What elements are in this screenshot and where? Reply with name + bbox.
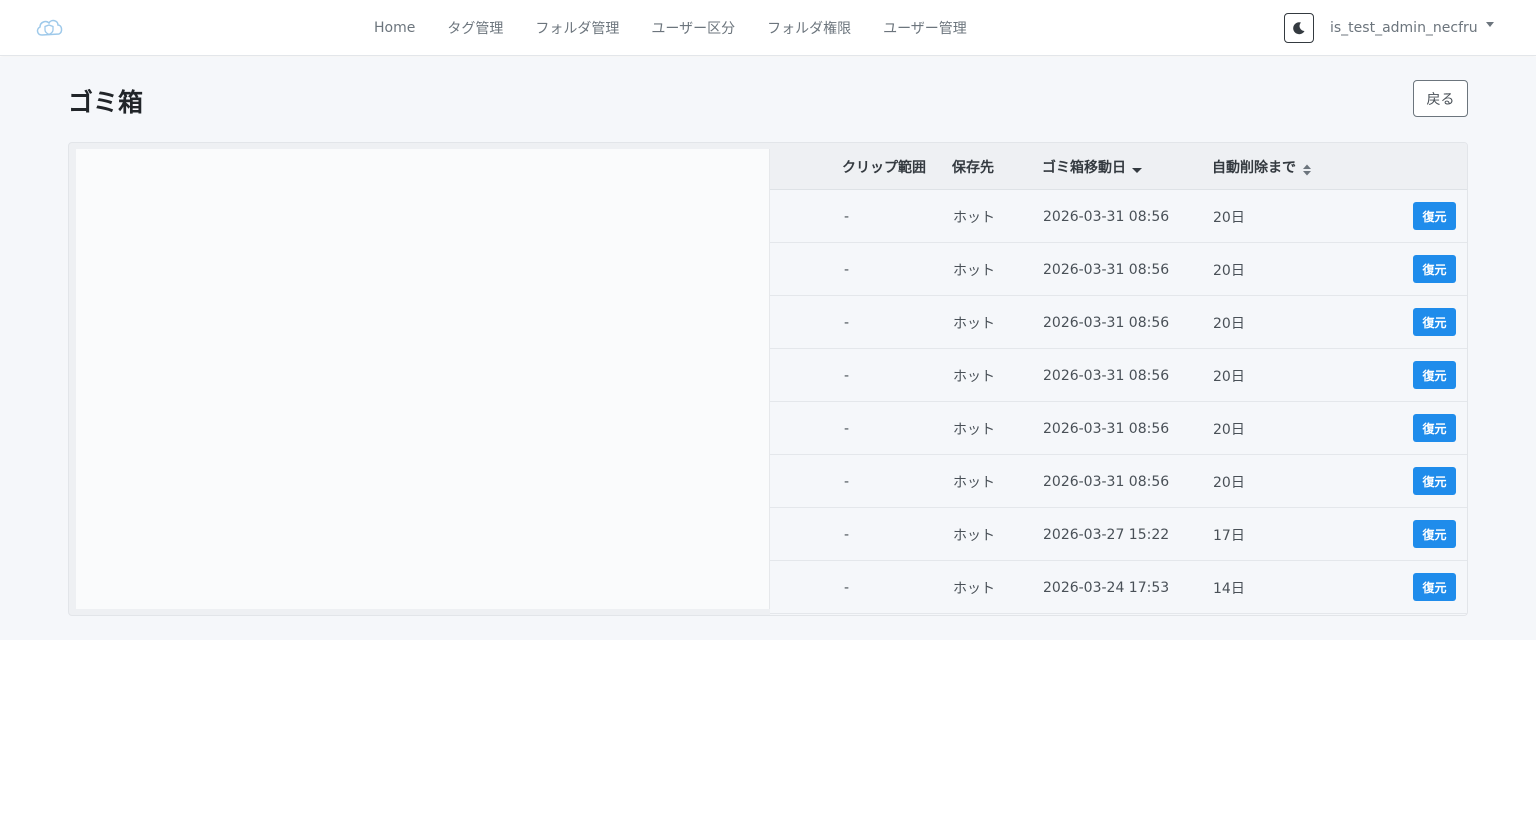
cell-auto-delete: 20日 bbox=[1213, 262, 1245, 279]
table-row: - ホット 2026-03-31 08:56 20日 復元 bbox=[770, 455, 1467, 508]
cell-storage: ホット bbox=[953, 580, 995, 597]
cell-clip-range: - bbox=[844, 420, 850, 437]
theme-toggle-button[interactable] bbox=[1284, 13, 1314, 43]
user-dropdown[interactable]: is_test_admin_necfru bbox=[1330, 0, 1494, 56]
cell-storage: ホット bbox=[953, 209, 995, 226]
header-storage: 保存先 bbox=[952, 159, 994, 176]
nav-link-folder-management[interactable]: フォルダ管理 bbox=[519, 18, 635, 38]
restore-button[interactable]: 復元 bbox=[1413, 202, 1456, 230]
header-moved-date-label: ゴミ箱移動日 bbox=[1042, 159, 1126, 176]
trash-table-card: クリップ範囲 保存先 ゴミ箱移動日 自動削除まで - ホット 2026-03-3… bbox=[68, 142, 1468, 616]
table-row: - ホット 2026-03-31 08:56 20日 復元 bbox=[770, 243, 1467, 296]
table-header: クリップ範囲 保存先 ゴミ箱移動日 自動削除まで bbox=[770, 143, 1467, 190]
table-row: - ホット 2026-03-24 17:53 14日 復元 bbox=[770, 561, 1467, 614]
cell-storage: ホット bbox=[953, 527, 995, 544]
cell-clip-range: - bbox=[844, 367, 850, 384]
nav-link-home[interactable]: Home bbox=[358, 20, 431, 36]
header-clip-range: クリップ範囲 bbox=[842, 159, 926, 176]
cell-storage: ホット bbox=[953, 262, 995, 279]
cell-clip-range: - bbox=[844, 208, 850, 225]
cloud-shield-icon[interactable] bbox=[34, 15, 64, 41]
restore-button[interactable]: 復元 bbox=[1413, 467, 1456, 495]
nav-link-user-management[interactable]: ユーザー管理 bbox=[867, 18, 983, 38]
cell-auto-delete: 20日 bbox=[1213, 315, 1245, 332]
cell-clip-range: - bbox=[844, 473, 850, 490]
cell-auto-delete: 20日 bbox=[1213, 209, 1245, 226]
cell-clip-range: - bbox=[844, 261, 850, 278]
header-auto-delete[interactable]: 自動削除まで bbox=[1212, 143, 1312, 190]
back-button[interactable]: 戻る bbox=[1413, 80, 1468, 117]
cell-moved-date: 2026-03-31 08:56 bbox=[1043, 314, 1170, 331]
header-auto-delete-label: 自動削除まで bbox=[1212, 159, 1296, 176]
restore-button[interactable]: 復元 bbox=[1413, 255, 1456, 283]
table-row: - ホット 2026-03-31 08:56 20日 復元 bbox=[770, 296, 1467, 349]
restore-button[interactable]: 復元 bbox=[1413, 414, 1456, 442]
sort-desc-icon bbox=[1132, 167, 1142, 173]
main-content: ゴミ箱 戻る クリップ範囲 保存先 ゴミ箱移動日 自動削除まで - ホット 20… bbox=[0, 57, 1536, 640]
nav-link-folder-permission[interactable]: フォルダ権限 bbox=[751, 18, 867, 38]
user-name: is_test_admin_necfru bbox=[1330, 20, 1478, 36]
cell-auto-delete: 17日 bbox=[1213, 527, 1245, 544]
cell-storage: ホット bbox=[953, 368, 995, 385]
cell-clip-range: - bbox=[844, 526, 850, 543]
nav-link-tag-management[interactable]: タグ管理 bbox=[431, 18, 519, 38]
nav-link-user-category[interactable]: ユーザー区分 bbox=[635, 18, 751, 38]
table-row: - ホット 2026-03-31 08:56 20日 復元 bbox=[770, 349, 1467, 402]
header-moved-date[interactable]: ゴミ箱移動日 bbox=[1042, 143, 1142, 190]
trash-table: クリップ範囲 保存先 ゴミ箱移動日 自動削除まで - ホット 2026-03-3… bbox=[770, 143, 1467, 615]
cell-storage: ホット bbox=[953, 421, 995, 438]
cell-clip-range: - bbox=[844, 579, 850, 596]
restore-button[interactable]: 復元 bbox=[1413, 520, 1456, 548]
sort-icon bbox=[1303, 164, 1311, 175]
nav-links: Home タグ管理 フォルダ管理 ユーザー区分 フォルダ権限 ユーザー管理 bbox=[358, 0, 983, 56]
restore-button[interactable]: 復元 bbox=[1413, 573, 1456, 601]
cell-moved-date: 2026-03-24 17:53 bbox=[1043, 579, 1170, 596]
cell-moved-date: 2026-03-31 08:56 bbox=[1043, 208, 1170, 225]
cell-auto-delete: 20日 bbox=[1213, 474, 1245, 491]
cell-moved-date: 2026-03-31 08:56 bbox=[1043, 420, 1170, 437]
table-row: - ホット 2026-03-27 15:22 17日 復元 bbox=[770, 508, 1467, 561]
restore-button[interactable]: 復元 bbox=[1413, 361, 1456, 389]
cell-moved-date: 2026-03-31 08:56 bbox=[1043, 473, 1170, 490]
table-row: - ホット 2026-03-31 08:56 20日 復元 bbox=[770, 402, 1467, 455]
cell-moved-date: 2026-03-27 15:22 bbox=[1043, 526, 1170, 543]
top-navbar: Home タグ管理 フォルダ管理 ユーザー区分 フォルダ権限 ユーザー管理 is… bbox=[0, 0, 1536, 56]
cell-auto-delete: 20日 bbox=[1213, 421, 1245, 438]
cell-moved-date: 2026-03-31 08:56 bbox=[1043, 367, 1170, 384]
cell-moved-date: 2026-03-31 08:56 bbox=[1043, 261, 1170, 278]
moon-icon bbox=[1293, 22, 1305, 35]
chevron-down-icon bbox=[1485, 21, 1494, 27]
table-row: - ホット 2026-03-31 08:56 20日 復元 bbox=[770, 190, 1467, 243]
cell-auto-delete: 14日 bbox=[1213, 580, 1245, 597]
cell-clip-range: - bbox=[844, 314, 850, 331]
page-title: ゴミ箱 bbox=[68, 88, 144, 117]
cell-auto-delete: 20日 bbox=[1213, 368, 1245, 385]
cell-storage: ホット bbox=[953, 315, 995, 332]
preview-panel bbox=[76, 149, 770, 609]
cell-storage: ホット bbox=[953, 474, 995, 491]
restore-button[interactable]: 復元 bbox=[1413, 308, 1456, 336]
